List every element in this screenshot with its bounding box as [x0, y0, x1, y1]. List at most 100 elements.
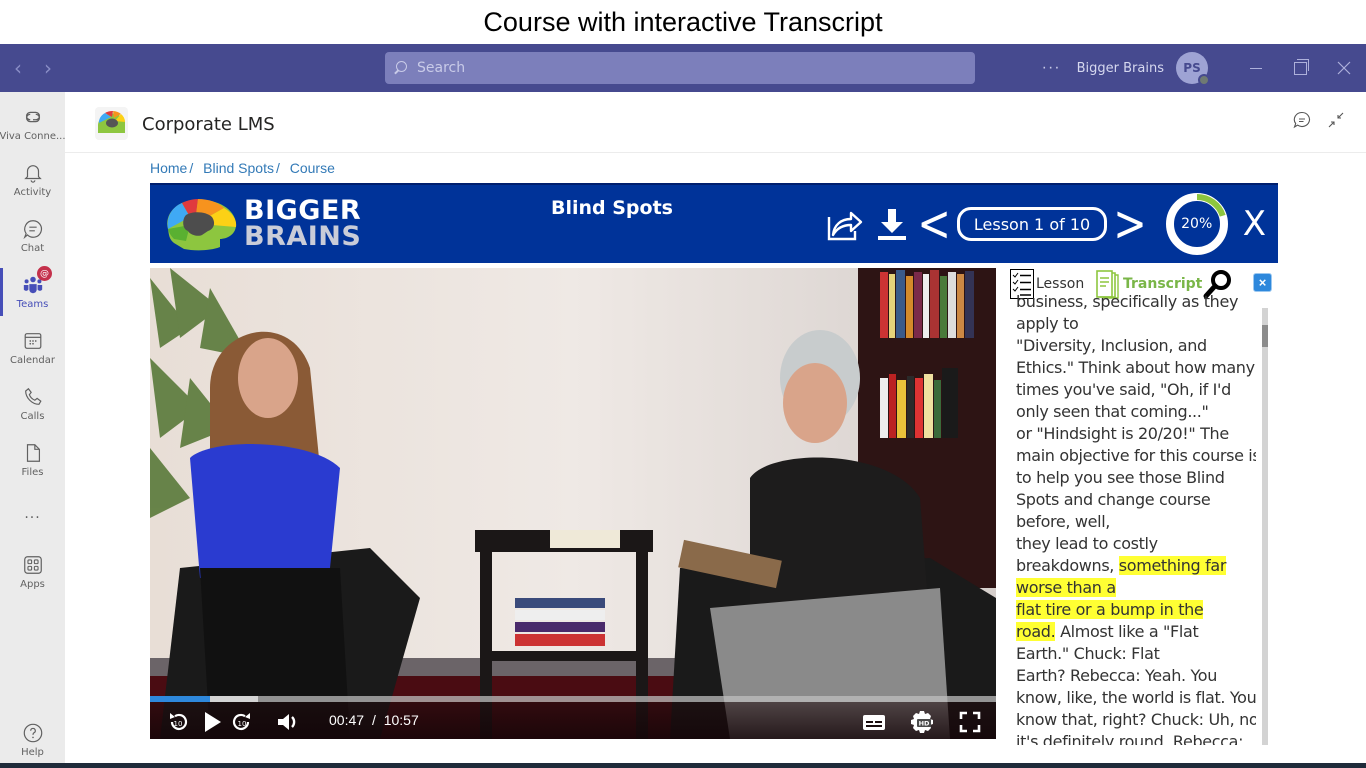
- transcript-scrollbar[interactable]: [1262, 308, 1268, 745]
- rail-item-help[interactable]: Help: [0, 714, 65, 766]
- previous-lesson-button[interactable]: <: [917, 195, 951, 253]
- bigger-brains-wordmark: BIGGER BRAINS: [244, 195, 362, 252]
- rail-item-teams[interactable]: @ Teams: [0, 266, 65, 318]
- transcript-line[interactable]: main objective for this course is: [1016, 445, 1256, 467]
- course-progress-ring: 20%: [1165, 192, 1229, 256]
- avatar[interactable]: PS: [1176, 52, 1210, 86]
- close-course-button[interactable]: X: [1243, 204, 1266, 244]
- volume-icon[interactable]: [276, 710, 300, 734]
- more-options-button[interactable]: ···: [1042, 59, 1061, 77]
- org-name[interactable]: Bigger Brains: [1077, 61, 1164, 76]
- transcript-line[interactable]: Ethics." Think about how many: [1016, 357, 1256, 379]
- transcript-line[interactable]: to help you see those Blind: [1016, 467, 1256, 489]
- maximize-button[interactable]: [1278, 44, 1322, 92]
- transcript-line[interactable]: it's definitely round. Rebecca:: [1016, 731, 1256, 745]
- rail-item-viva-connections[interactable]: Viva Conne...: [0, 98, 66, 150]
- phone-icon: [24, 387, 42, 405]
- transcript-line[interactable]: know that, right? Chuck: Uh, no,: [1016, 709, 1256, 731]
- collapse-icon[interactable]: [1326, 110, 1346, 130]
- rail-label: Files: [21, 467, 44, 478]
- svg-text:10: 10: [174, 720, 183, 728]
- rail-item-apps[interactable]: Apps: [0, 546, 65, 598]
- rail-item-chat[interactable]: Chat: [0, 210, 65, 262]
- transcript-segment: Earth? Rebecca: Yeah. You: [1016, 666, 1218, 685]
- video-time: 00:47 / 10:57: [329, 712, 419, 728]
- transcript-segment: to help you see those Blind: [1016, 468, 1225, 487]
- transcript-line[interactable]: times you've said, "Oh, if I'd: [1016, 379, 1256, 401]
- transcript-line[interactable]: "Diversity, Inclusion, and: [1016, 335, 1256, 357]
- lesson-selector[interactable]: Lesson 1 of 10: [956, 207, 1108, 241]
- rail-label: Apps: [20, 579, 45, 590]
- captions-icon[interactable]: [862, 710, 886, 734]
- video-controls: 10 10 00:47 / 10:57 HD: [150, 702, 996, 739]
- rail-item-activity[interactable]: Activity: [0, 154, 65, 206]
- svg-text:HD: HD: [919, 720, 930, 728]
- svg-text:10: 10: [238, 720, 247, 728]
- transcript-segment: Almost like a "Flat: [1055, 622, 1199, 641]
- presence-status-icon: [1198, 74, 1210, 86]
- rail-label: Viva Conne...: [0, 131, 66, 142]
- transcript-line[interactable]: apply to: [1016, 313, 1256, 335]
- transcript-text[interactable]: business, specifically as they apply to "D…: [1010, 295, 1256, 745]
- search-box[interactable]: [385, 52, 975, 84]
- transcript-line[interactable]: flat tire or a bump in the: [1016, 599, 1256, 621]
- transcript-line[interactable]: Earth." Chuck: Flat: [1016, 643, 1256, 665]
- transcript-line[interactable]: only seen that coming...": [1016, 401, 1256, 423]
- rail-item-more[interactable]: ...: [0, 486, 65, 538]
- search-icon: [393, 60, 409, 76]
- hd-settings-icon[interactable]: HD: [910, 710, 934, 734]
- course-banner: BIGGER BRAINS Blind Spots < Lesson 1 of …: [150, 183, 1278, 263]
- breadcrumb-course[interactable]: Course: [290, 160, 335, 176]
- fullscreen-icon[interactable]: [958, 710, 982, 734]
- bell-icon: [23, 165, 42, 183]
- transcript-highlight: flat tire or a bump in the: [1016, 600, 1204, 619]
- transcript-segment: it's definitely round. Rebecca:: [1016, 732, 1244, 745]
- transcript-line[interactable]: Spots and change course: [1016, 489, 1256, 511]
- current-time: 00:47: [329, 712, 365, 728]
- forward-10-icon[interactable]: 10: [230, 710, 254, 734]
- viva-connections-icon: [25, 111, 40, 123]
- transcript-line[interactable]: worse than a: [1016, 577, 1256, 599]
- close-panel-button[interactable]: ×: [1253, 273, 1272, 292]
- transcript-segment: Ethics." Think about how many: [1016, 358, 1255, 377]
- video-player[interactable]: 10 10 00:47 / 10:57 HD: [150, 268, 996, 739]
- transcript-line[interactable]: before, well,: [1016, 511, 1256, 533]
- transcript-line[interactable]: Earth? Rebecca: Yeah. You: [1016, 665, 1256, 687]
- search-input[interactable]: [417, 60, 917, 76]
- back-icon[interactable]: ‹: [10, 56, 26, 80]
- breadcrumb-blind-spots[interactable]: Blind Spots: [203, 160, 274, 176]
- transcript-highlight: road.: [1016, 622, 1056, 641]
- taskbar-edge: [0, 763, 1366, 768]
- chat-bubble-icon[interactable]: [1292, 110, 1312, 130]
- transcript-line[interactable]: know, like, the world is flat. You: [1016, 687, 1256, 709]
- transcript-segment: only seen that coming...": [1016, 402, 1209, 421]
- file-icon: [26, 444, 40, 462]
- transcript-line[interactable]: road. Almost like a "Flat: [1016, 621, 1256, 643]
- forward-icon[interactable]: ›: [40, 56, 56, 80]
- scrollbar-thumb[interactable]: [1262, 325, 1268, 347]
- rewind-10-icon[interactable]: 10: [166, 710, 190, 734]
- transcript-line[interactable]: or "Hindsight is 20/20!" The: [1016, 423, 1256, 445]
- transcript-highlight: worse than a: [1016, 578, 1116, 597]
- transcript-segment: "Diversity, Inclusion, and: [1016, 336, 1207, 355]
- transcript-line[interactable]: breakdowns, something far: [1016, 555, 1256, 577]
- minimize-button[interactable]: [1234, 44, 1278, 92]
- transcript-line[interactable]: they lead to costly: [1016, 533, 1256, 555]
- rail-item-files[interactable]: Files: [0, 434, 65, 486]
- rail-item-calendar[interactable]: Calendar: [0, 322, 65, 374]
- transcript-line[interactable]: business, specifically as they: [1016, 295, 1256, 313]
- breadcrumb-separator: /: [275, 160, 280, 176]
- transcript-segment: know, like, the world is flat. You: [1016, 688, 1256, 707]
- rail-item-calls[interactable]: Calls: [0, 378, 65, 430]
- more-icon: ...: [24, 505, 41, 522]
- time-separator: /: [371, 712, 376, 728]
- download-icon[interactable]: [873, 205, 911, 243]
- next-lesson-button[interactable]: >: [1113, 195, 1147, 253]
- rail-label: Teams: [16, 299, 49, 310]
- breadcrumb-home[interactable]: Home: [150, 160, 187, 176]
- teams-title-bar: ‹ › ··· Bigger Brains PS: [0, 44, 1366, 92]
- play-icon[interactable]: [200, 710, 224, 734]
- transcript-segment: before, well,: [1016, 512, 1111, 531]
- close-window-button[interactable]: [1322, 44, 1366, 92]
- share-icon[interactable]: [825, 205, 863, 243]
